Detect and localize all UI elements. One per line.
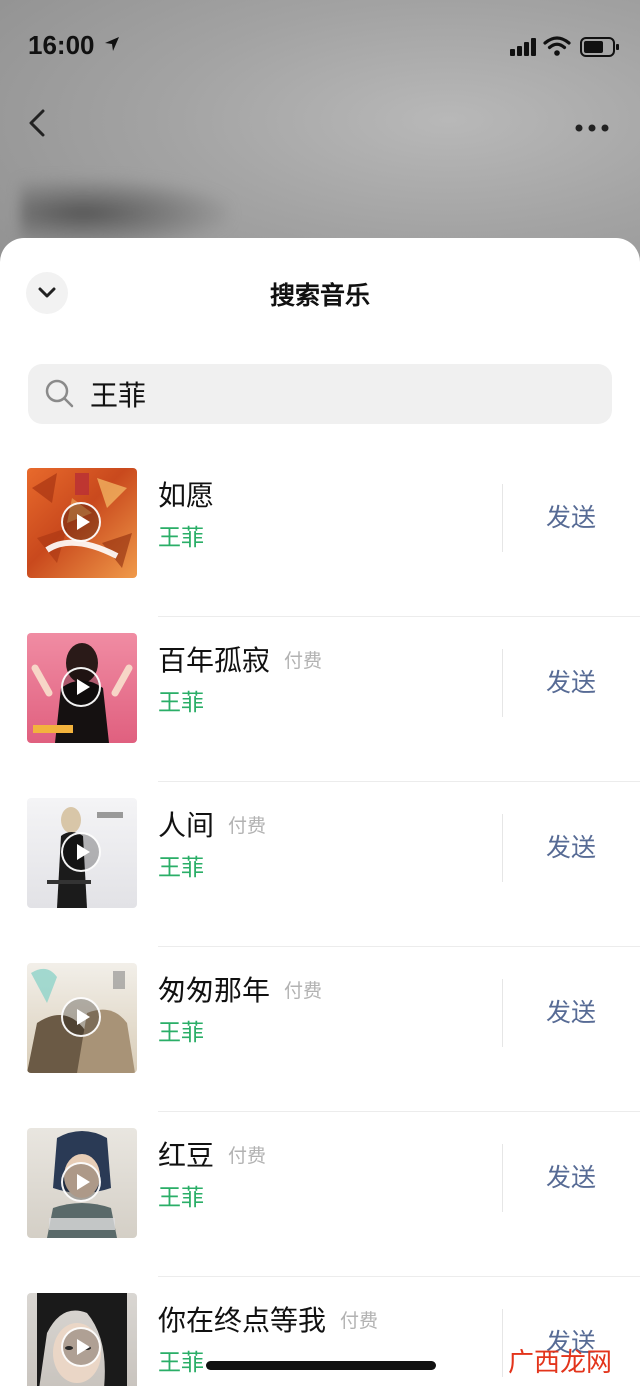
send-button[interactable]: 发送 — [528, 498, 614, 534]
search-music-sheet: 搜索音乐 如愿 — [0, 238, 640, 1386]
paid-badge: 付费 — [228, 815, 267, 837]
song-row[interactable]: 如愿 王菲 发送 — [0, 452, 640, 617]
album-cover[interactable] — [27, 633, 137, 743]
send-button[interactable]: 发送 — [528, 1158, 614, 1194]
song-title: 你在终点等我 付费 — [158, 1304, 379, 1337]
album-cover[interactable] — [27, 963, 137, 1073]
song-title: 百年孤寂 付费 — [158, 644, 323, 677]
song-row[interactable]: 人间 付费 王菲 发送 — [0, 782, 640, 947]
artist-name: 王菲 — [158, 525, 204, 551]
artist-name: 王菲 — [158, 690, 204, 716]
divider — [502, 1144, 503, 1212]
album-cover[interactable] — [27, 798, 137, 908]
play-icon[interactable] — [61, 997, 101, 1037]
song-row[interactable]: 红豆 付费 王菲 发送 — [0, 1112, 640, 1277]
sheet-title: 搜索音乐 — [269, 281, 370, 310]
send-button[interactable]: 发送 — [528, 663, 614, 699]
send-button[interactable]: 发送 — [528, 828, 614, 864]
divider — [502, 484, 503, 552]
album-cover[interactable] — [27, 1128, 137, 1238]
back-arrow-icon[interactable] — [26, 108, 50, 142]
watermark-logo: 广西龙网 — [508, 1348, 613, 1378]
album-cover[interactable] — [27, 468, 137, 578]
search-results-list: 如愿 王菲 发送 百年孤寂 付费 王菲 发送 人间 付费 王菲 发送 匆匆那年 … — [0, 452, 640, 1386]
paid-badge: 付费 — [228, 1145, 267, 1167]
paid-badge: 付费 — [340, 1310, 379, 1332]
status-time: 16:00 — [28, 30, 95, 60]
song-title: 红豆 付费 — [158, 1139, 267, 1172]
search-bar[interactable] — [28, 364, 612, 424]
divider — [502, 979, 503, 1047]
artist-name: 王菲 — [158, 1185, 204, 1211]
artist-name: 王菲 — [158, 1020, 204, 1046]
paid-badge: 付费 — [284, 650, 323, 672]
song-row[interactable]: 百年孤寂 付费 王菲 发送 — [0, 617, 640, 782]
divider — [502, 649, 503, 717]
location-arrow-icon — [104, 36, 120, 56]
more-options-icon[interactable] — [574, 118, 610, 137]
play-icon[interactable] — [61, 667, 101, 707]
paid-badge: 付费 — [284, 980, 323, 1002]
artist-name: 王菲 — [158, 855, 204, 881]
song-title: 匆匆那年 付费 — [158, 974, 323, 1007]
play-icon[interactable] — [61, 502, 101, 542]
artist-name: 王菲 — [158, 1350, 204, 1376]
album-cover[interactable] — [27, 1293, 137, 1386]
home-indicator — [206, 1361, 436, 1370]
play-icon[interactable] — [61, 1162, 101, 1202]
divider — [502, 814, 503, 882]
play-icon[interactable] — [61, 832, 101, 872]
battery-icon — [580, 37, 620, 61]
divider — [502, 1309, 503, 1377]
song-row[interactable]: 匆匆那年 付费 王菲 发送 — [0, 947, 640, 1112]
search-icon — [44, 378, 76, 414]
send-button[interactable]: 发送 — [528, 993, 614, 1029]
play-icon[interactable] — [61, 1327, 101, 1367]
cellular-signal-icon — [510, 38, 538, 60]
song-title: 如愿 — [158, 479, 215, 512]
song-title: 人间 付费 — [158, 809, 267, 842]
search-input[interactable] — [90, 374, 590, 414]
wifi-icon — [543, 36, 571, 60]
status-bar: 16:00 — [0, 0, 640, 92]
